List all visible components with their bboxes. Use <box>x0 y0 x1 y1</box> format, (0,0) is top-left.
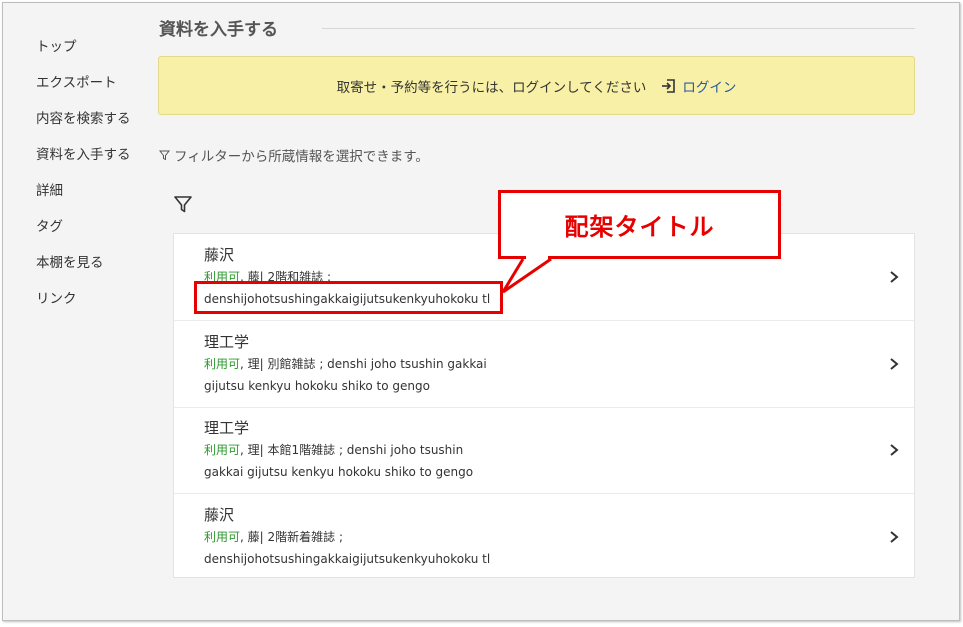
availability-status: 利用可 <box>204 357 241 371</box>
holding-shelf-title: denshijohotsushingakkaigijutsukenkyuhoko… <box>204 292 491 306</box>
holding-shelf: , 理| 本館1階雑誌 ; denshi joho tsushin <box>240 443 464 457</box>
login-icon <box>662 78 676 93</box>
sidebar-item-links[interactable]: リンク <box>36 288 156 324</box>
holding-location: 藤沢 <box>204 246 235 264</box>
login-notice-text: 取寄せ・予約等を行うには、ログインしてください <box>336 79 647 96</box>
holding-detail: 利用可, 藤| 2階新着雑誌 ; denshijohotsushingakkai… <box>204 526 524 570</box>
holding-detail: 利用可, 藤| 2階和雑誌 ; denshijohotsushingakkaig… <box>204 266 524 310</box>
holding-shelf: , 藤| 2階新着雑誌 ; <box>240 530 343 544</box>
section-divider <box>322 28 915 29</box>
filter-icon <box>174 196 192 213</box>
chevron-right-icon <box>890 271 899 283</box>
holding-detail: 利用可, 理| 本館1階雑誌 ; denshi joho tsushin gak… <box>204 439 524 483</box>
sidebar-item-details[interactable]: 詳細 <box>36 180 156 216</box>
login-notice: 取寄せ・予約等を行うには、ログインしてください ログイン <box>158 56 915 115</box>
chevron-right-icon <box>890 531 899 543</box>
annotation-callout: 配架タイトル <box>498 190 781 259</box>
sidebar-item-tags[interactable]: タグ <box>36 216 156 252</box>
sidebar-item-export[interactable]: エクスポート <box>36 72 156 108</box>
holding-shelf: , 藤| 2階和雑誌 ; <box>240 270 331 284</box>
holding-location: 理工学 <box>204 333 250 351</box>
availability-status: 利用可 <box>204 270 241 284</box>
holding-row[interactable]: 理工学 利用可, 理| 本館1階雑誌 ; denshi joho tsushin… <box>174 407 914 494</box>
filter-small-icon <box>159 150 170 160</box>
sidebar-item-search-contents[interactable]: 内容を検索する <box>36 108 156 144</box>
login-link[interactable]: ログイン <box>660 76 736 96</box>
sidebar-item-bookshelf[interactable]: 本棚を見る <box>36 252 156 288</box>
filter-hint-text: フィルターから所蔵情報を選択できます。 <box>174 149 429 165</box>
holding-row[interactable]: 理工学 利用可, 理| 別館雑誌 ; denshi joho tsushin g… <box>174 321 914 408</box>
callout-label: 配架タイトル <box>564 213 715 241</box>
sidebar-nav: トップ エクスポート 内容を検索する 資料を入手する 詳細 タグ 本棚を見る リ… <box>36 36 156 324</box>
holding-shelf-title: gijutsu kenkyu hokoku shiko to gengo <box>204 379 430 393</box>
login-label: ログイン <box>682 79 737 96</box>
holding-shelf-title: denshijohotsushingakkaigijutsukenkyuhoko… <box>204 552 491 566</box>
holding-location: 理工学 <box>204 419 250 437</box>
sidebar-item-top[interactable]: トップ <box>36 36 156 72</box>
availability-status: 利用可 <box>204 443 241 457</box>
chevron-right-icon <box>890 358 899 370</box>
sidebar-item-get-material[interactable]: 資料を入手する <box>36 144 156 180</box>
holding-location: 藤沢 <box>204 506 235 524</box>
filter-button[interactable] <box>173 194 195 216</box>
filter-hint: フィルターから所蔵情報を選択できます。 <box>159 145 429 165</box>
holding-shelf-title: gakkai gijutsu kenkyu hokoku shiko to ge… <box>204 465 474 479</box>
section-title: 資料を入手する <box>159 20 278 40</box>
holding-shelf: , 理| 別館雑誌 ; denshi joho tsushin gakkai <box>240 357 487 371</box>
chevron-right-icon <box>890 444 899 456</box>
availability-status: 利用可 <box>204 530 241 544</box>
holdings-list: 藤沢 利用可, 藤| 2階和雑誌 ; denshijohotsushingakk… <box>173 233 915 578</box>
holding-detail: 利用可, 理| 別館雑誌 ; denshi joho tsushin gakka… <box>204 353 524 397</box>
holding-row[interactable]: 藤沢 利用可, 藤| 2階新着雑誌 ; denshijohotsushingak… <box>174 494 914 581</box>
